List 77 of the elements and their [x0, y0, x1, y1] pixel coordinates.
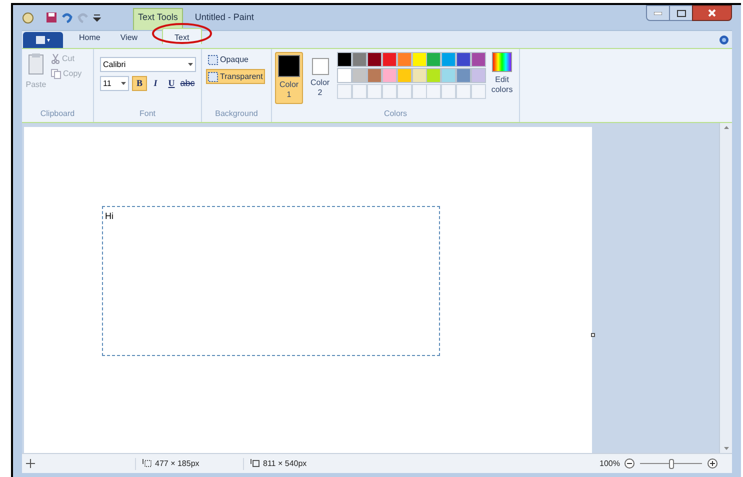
- palette-swatch[interactable]: [396, 52, 412, 67]
- palette-swatch[interactable]: [396, 68, 412, 83]
- palette-swatch[interactable]: [352, 52, 367, 67]
- strike-button[interactable]: abc: [180, 76, 195, 91]
- vertical-scrollbar[interactable]: [719, 123, 732, 453]
- palette-swatch[interactable]: [471, 52, 486, 67]
- palette-swatch[interactable]: [441, 52, 456, 67]
- palette-swatch[interactable]: [382, 52, 397, 67]
- help-icon[interactable]: [719, 35, 729, 45]
- palette-swatch[interactable]: [456, 68, 472, 83]
- color-slot-button[interactable]: Color 1: [275, 52, 303, 104]
- caret-icon: [188, 63, 193, 66]
- ribbon-tab[interactable]: View: [110, 30, 148, 46]
- typed-text: Hi: [105, 210, 114, 223]
- palette-swatch[interactable]: [441, 68, 456, 83]
- italic-button[interactable]: I: [148, 76, 163, 91]
- color-spectrum-icon: [492, 52, 512, 72]
- file-menu-button[interactable]: [23, 32, 63, 48]
- window-title: Untitled - Paint: [194, 10, 254, 24]
- ribbon-tab[interactable]: Home: [69, 30, 110, 46]
- group-label: Font: [138, 108, 156, 120]
- selection-size: 477 × 185px: [155, 458, 200, 470]
- text-box[interactable]: Hi: [102, 206, 440, 356]
- canvas-size-icon: [250, 459, 260, 468]
- highlight-ellipse: [152, 23, 212, 44]
- palette-swatch[interactable]: [337, 52, 352, 67]
- underline-button[interactable]: U: [164, 76, 179, 91]
- customize-caret-icon[interactable]: [93, 14, 101, 22]
- maximize-icon: [676, 10, 686, 16]
- palette-swatch[interactable]: [471, 68, 486, 83]
- font-family-dropdown[interactable]: Calibri: [100, 57, 196, 72]
- bold-button[interactable]: B: [132, 76, 147, 91]
- palette-swatch[interactable]: [352, 68, 367, 83]
- background-option[interactable]: Opaque: [206, 52, 250, 67]
- menu-icon: [36, 36, 50, 44]
- crosshair-icon: [26, 459, 35, 468]
- context-tab-label: Text Tools: [133, 8, 183, 30]
- palette-swatch[interactable]: [412, 52, 427, 67]
- drawing-canvas[interactable]: Hi: [24, 127, 592, 453]
- resize-handle[interactable]: [591, 333, 595, 337]
- scroll-down-icon[interactable]: [724, 447, 728, 450]
- maximize-button[interactable]: [670, 5, 692, 21]
- palette-swatch[interactable]: [412, 68, 427, 83]
- palette-swatch[interactable]: [366, 68, 382, 83]
- palette-swatch[interactable]: [426, 52, 442, 67]
- close-icon: [708, 9, 716, 17]
- zoom-in-icon[interactable]: [707, 458, 718, 469]
- scroll-up-icon[interactable]: [724, 126, 728, 129]
- scissors-icon: [51, 54, 60, 64]
- group-label: Colors: [382, 108, 408, 120]
- minimize-button[interactable]: [646, 5, 670, 21]
- group-label: Clipboard: [39, 108, 76, 120]
- zoom-level: 100%: [600, 458, 620, 470]
- redo-icon[interactable]: [77, 12, 89, 23]
- zoom-out-icon[interactable]: [624, 458, 635, 469]
- zoom-slider-thumb[interactable]: [668, 458, 674, 468]
- zoom-slider[interactable]: [640, 458, 702, 469]
- clipboard-icon[interactable]: [28, 53, 44, 75]
- copy-icon: [51, 69, 61, 79]
- selection-size-icon: [142, 459, 152, 468]
- palette-swatch[interactable]: [426, 68, 442, 83]
- palette-swatch[interactable]: [456, 52, 472, 67]
- color-slot-button[interactable]: Color 2: [306, 52, 334, 104]
- undo-icon[interactable]: [61, 12, 73, 23]
- palette-swatch[interactable]: [382, 68, 397, 83]
- palette-swatch[interactable]: [366, 52, 382, 67]
- minimize-icon: [654, 12, 662, 14]
- background-option[interactable]: Transparent: [206, 69, 265, 84]
- caret-icon: [121, 82, 126, 85]
- close-button[interactable]: [692, 5, 732, 21]
- edit-colors-button[interactable]: Edit colors: [488, 52, 516, 108]
- font-size-dropdown[interactable]: 11: [100, 76, 129, 91]
- palette-swatch[interactable]: [337, 68, 352, 83]
- save-icon[interactable]: [46, 12, 57, 23]
- paint-icon[interactable]: [22, 12, 34, 24]
- canvas-size: 811 × 540px: [263, 458, 307, 470]
- group-label: Background: [214, 108, 259, 120]
